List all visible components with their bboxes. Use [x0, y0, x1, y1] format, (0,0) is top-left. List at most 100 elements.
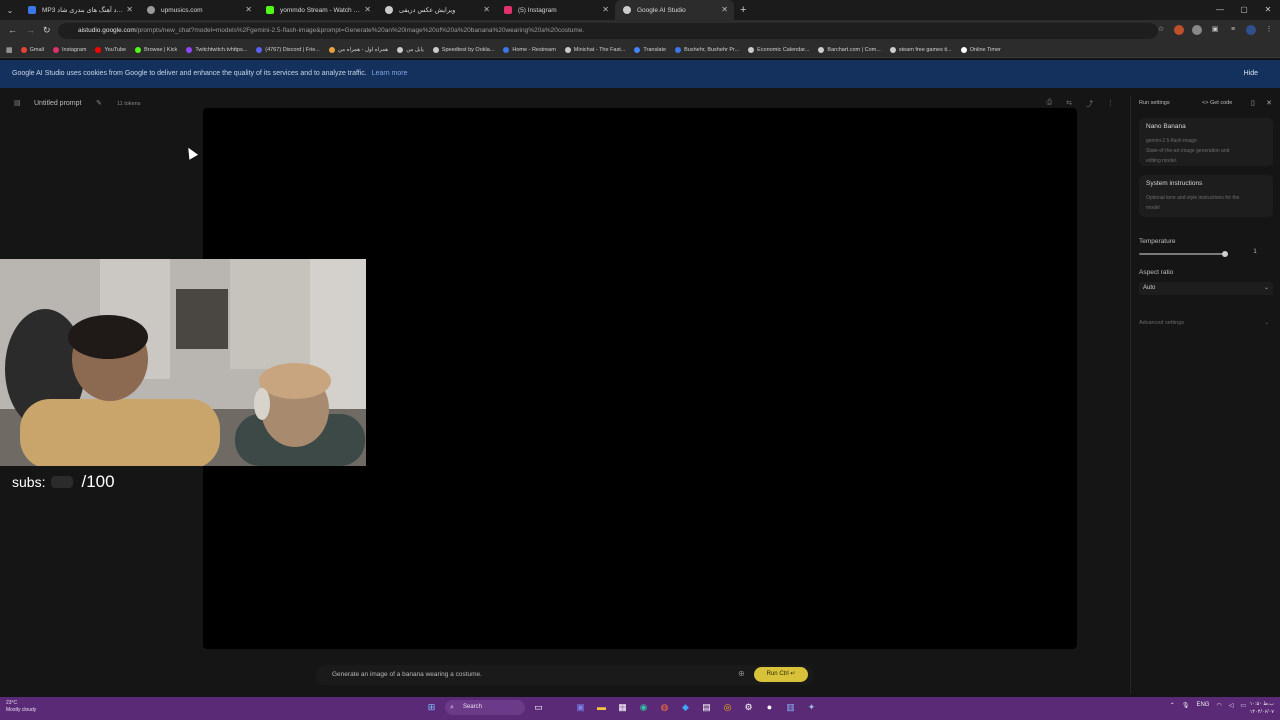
- slider-knob[interactable]: [1222, 251, 1228, 257]
- bookmark-star-icon[interactable]: ☆: [1156, 25, 1166, 35]
- browser-tab[interactable]: MP3 دانلود آهنگ های بندری شاد ✕: [20, 0, 139, 20]
- advanced-settings-toggle[interactable]: Advanced settings ⌄: [1139, 320, 1273, 326]
- share-icon[interactable]: ⤴: [1086, 99, 1093, 109]
- tab-title: Google AI Studio: [637, 6, 686, 14]
- model-card[interactable]: Nano Banana gemini-2.5-flash-image State…: [1139, 118, 1273, 166]
- window-close-icon[interactable]: ✕: [1256, 0, 1280, 20]
- browser-tab[interactable]: yommdo Stream - Watch Live on ✕: [258, 0, 377, 20]
- browser-tab[interactable]: ویرایش عکس دریفی ✕: [377, 0, 496, 20]
- edit-pencil-icon[interactable]: ✎: [96, 99, 102, 107]
- weather-widget[interactable]: 23°C Mostly cloudy: [6, 700, 36, 714]
- aspect-ratio-select[interactable]: Auto ⌄: [1139, 282, 1273, 295]
- hide-cookie-button[interactable]: Hide: [1244, 60, 1258, 88]
- start-menu-icon[interactable]: ⊞: [424, 700, 439, 715]
- battery-icon[interactable]: ▭: [1240, 702, 1246, 709]
- run-button[interactable]: Run Ctrl ↵: [754, 667, 808, 682]
- firefox-icon[interactable]: ◍: [657, 700, 672, 715]
- bookmark-item[interactable]: همراه اول - همراه من: [328, 46, 388, 53]
- bookmark-item[interactable]: پایل من: [397, 46, 424, 53]
- bookmark-item[interactable]: Minichat - The Fast...: [564, 46, 625, 53]
- bookmark-item[interactable]: Economic Calendar...: [748, 46, 809, 53]
- bookmark-item[interactable]: Bushehr, Bushehr Pr...: [675, 46, 739, 53]
- steam-icon[interactable]: ✦: [804, 700, 819, 715]
- chrome-icon[interactable]: ◎: [720, 700, 735, 715]
- tab-close-icon[interactable]: ✕: [126, 5, 133, 14]
- taskbar-search[interactable]: ⌕ Search: [445, 700, 525, 715]
- close-panel-icon[interactable]: ✕: [1266, 99, 1272, 107]
- tab-close-icon[interactable]: ✕: [483, 5, 490, 14]
- browser-menu-icon[interactable]: ⋮: [1264, 25, 1274, 35]
- search-icon: ⌕: [450, 704, 454, 711]
- bookmark-item[interactable]: Barchart.com | Com...: [818, 46, 881, 53]
- vscode-icon[interactable]: ◆: [678, 700, 693, 715]
- prompt-title[interactable]: Untitled prompt: [34, 100, 81, 107]
- tray-lang[interactable]: ENG: [1196, 702, 1209, 709]
- tab-close-icon[interactable]: ✕: [245, 5, 252, 14]
- calculator-icon[interactable]: ▤: [699, 700, 714, 715]
- prompt-input[interactable]: Generate an image of a banana wearing a …: [332, 671, 482, 678]
- back-icon[interactable]: ←: [8, 25, 17, 35]
- panel-layout-icon[interactable]: ▯: [1251, 99, 1255, 107]
- volume-icon[interactable]: ◁: [1229, 702, 1234, 709]
- bookmark-item[interactable]: Browse | Kick: [135, 46, 178, 53]
- get-code-button[interactable]: <> Get code: [1202, 100, 1232, 106]
- tab-close-icon[interactable]: ✕: [602, 5, 609, 14]
- profile-avatar-icon[interactable]: [1246, 25, 1256, 35]
- bookmark-item[interactable]: Instagram: [53, 46, 86, 53]
- tab-title: (5) Instagram: [518, 6, 557, 14]
- temperature-value-input[interactable]: 1: [1237, 249, 1273, 259]
- bookmark-item[interactable]: Twitchtwitch.tvhttps...: [186, 46, 247, 53]
- obs-icon[interactable]: ●: [762, 700, 777, 715]
- extension-icon[interactable]: [1174, 25, 1184, 35]
- bookmark-item[interactable]: Home - Restream: [503, 46, 556, 53]
- minimize-icon[interactable]: —: [1208, 0, 1232, 20]
- settings-gear-icon[interactable]: ⚙: [741, 700, 756, 715]
- tab-search-icon[interactable]: ⌄: [0, 6, 20, 15]
- microphone-icon[interactable]: 🎙: [1182, 702, 1190, 709]
- extension-icon[interactable]: ▣: [1210, 25, 1220, 35]
- edge-icon[interactable]: ◉: [636, 700, 651, 715]
- tab-favicon-icon: [147, 6, 155, 14]
- bookmark-item[interactable]: Translate: [634, 46, 666, 53]
- extension-icon[interactable]: [1192, 25, 1202, 35]
- bookmark-label: Browse | Kick: [144, 46, 178, 53]
- more-options-icon[interactable]: ⋮: [1107, 99, 1114, 109]
- tray-chevron-icon[interactable]: ⌃: [1170, 702, 1175, 709]
- sidebar-toggle-icon[interactable]: ▤: [14, 99, 21, 107]
- add-media-icon[interactable]: ⊕: [738, 669, 745, 678]
- webcam-overlay: [0, 259, 366, 466]
- bookmark-item[interactable]: steam free games ti...: [889, 46, 952, 53]
- file-explorer-icon[interactable]: ▬: [594, 700, 609, 715]
- bookmark-item[interactable]: YouTube: [95, 46, 126, 53]
- browser-tab[interactable]: upmusics.com ✕: [139, 0, 258, 20]
- maximize-icon[interactable]: ▢: [1232, 0, 1256, 20]
- reload-icon[interactable]: ↻: [43, 25, 51, 36]
- store-icon[interactable]: ▦: [615, 700, 630, 715]
- browser-tab[interactable]: (5) Instagram ✕: [496, 0, 615, 20]
- prompt-input-bar[interactable]: Generate an image of a banana wearing a …: [316, 665, 814, 685]
- forward-icon[interactable]: →: [26, 25, 35, 35]
- wifi-icon[interactable]: ◠: [1216, 702, 1221, 709]
- tab-close-icon[interactable]: ✕: [721, 5, 728, 14]
- apps-grid-icon[interactable]: ▦: [6, 46, 13, 54]
- learn-more-link[interactable]: Learn more: [372, 70, 408, 77]
- stats-icon[interactable]: ▥: [783, 700, 798, 715]
- system-instructions-card[interactable]: System instructions Optional tone and st…: [1139, 175, 1273, 217]
- address-bar-row: ← → ↻ aistudio.google.com/prompts/new_ch…: [0, 20, 1280, 42]
- url-input[interactable]: aistudio.google.com/prompts/new_chat?mod…: [58, 23, 1158, 39]
- tab-close-icon[interactable]: ✕: [364, 5, 371, 14]
- tab-title: ویرایش عکس دریفی: [399, 7, 456, 14]
- bookmark-item[interactable]: (4767) Discord | Frie...: [256, 46, 320, 53]
- teams-icon[interactable]: ▣: [573, 700, 588, 715]
- new-tab-icon[interactable]: +: [740, 4, 746, 16]
- tab-title: MP3 دانلود آهنگ های بندری شاد: [42, 7, 125, 14]
- bookmark-item[interactable]: Gmail: [20, 46, 44, 53]
- system-clock[interactable]: ۱۰:۵۰ ب.ظ ۱۴۰۴/۰۶/۰۷: [1250, 700, 1274, 716]
- bookmark-item[interactable]: Online Timer: [960, 46, 1001, 53]
- temperature-slider[interactable]: [1139, 251, 1228, 257]
- browser-tab-active[interactable]: Google AI Studio ✕: [615, 0, 734, 20]
- extension-icon[interactable]: ≡: [1228, 25, 1238, 35]
- bookmark-item[interactable]: Speedtest by Ookla...: [432, 46, 494, 53]
- task-view-icon[interactable]: ▭: [531, 700, 546, 715]
- copilot-icon[interactable]: [552, 700, 567, 715]
